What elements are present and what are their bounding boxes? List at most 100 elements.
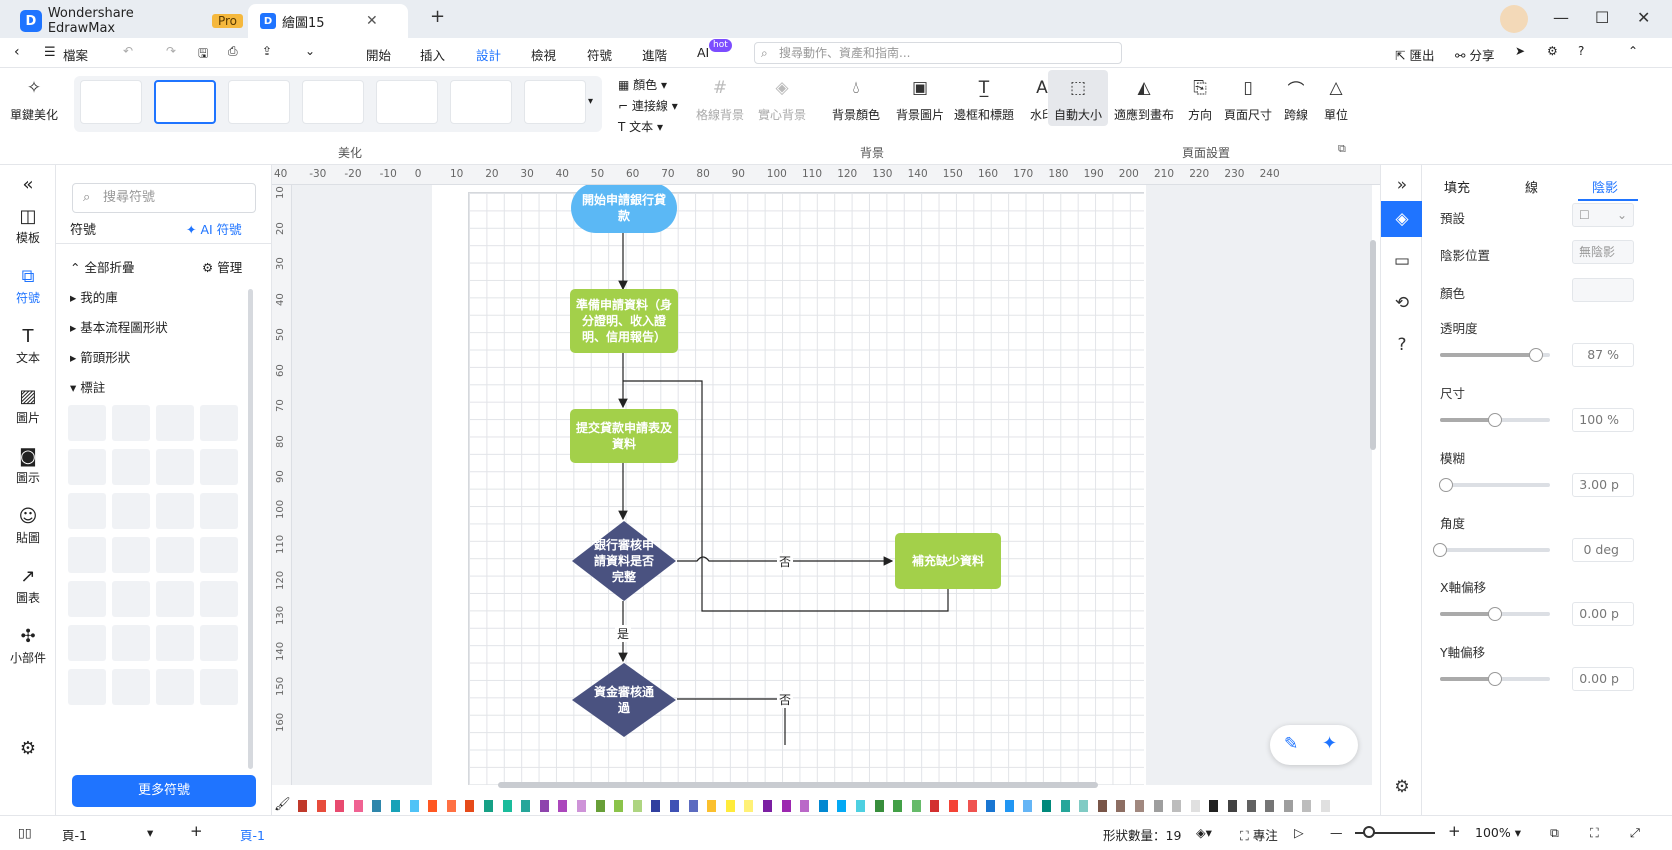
callout-symbol[interactable] <box>200 537 238 573</box>
color-dropdown[interactable]: ▦ 顏色 ▾ <box>618 76 667 93</box>
shadow-position-dropdown[interactable]: 無陰影 <box>1572 240 1634 264</box>
color-swatch[interactable] <box>1172 800 1182 812</box>
color-swatch[interactable] <box>521 800 531 812</box>
zoom-level[interactable]: 100% ▾ <box>1475 825 1521 840</box>
y-offset-value[interactable]: 0.00 p <box>1572 667 1634 691</box>
panel-scrollbar[interactable] <box>248 289 253 769</box>
callout-symbol[interactable] <box>156 449 194 485</box>
color-swatch[interactable] <box>688 800 698 812</box>
start-node[interactable]: 開始申請銀行貸款 <box>571 185 677 233</box>
size-slider[interactable] <box>1440 413 1550 427</box>
collapse-ribbon-icon[interactable]: ⌃ <box>1628 44 1638 58</box>
callout-symbol[interactable] <box>112 625 150 661</box>
help-circle-icon[interactable]: ? <box>1381 327 1423 363</box>
collapse-panel-icon[interactable]: « <box>0 173 56 197</box>
color-swatch[interactable] <box>1265 800 1275 812</box>
color-swatch[interactable] <box>1228 800 1237 812</box>
color-swatch[interactable] <box>856 800 865 812</box>
export-quick-icon[interactable]: ⇪ <box>262 44 272 58</box>
sidebar-item-charts[interactable]: ↗ 圖表 <box>0 565 56 606</box>
callout-symbol[interactable] <box>200 669 238 705</box>
color-swatch[interactable] <box>298 800 307 812</box>
color-swatch[interactable] <box>353 800 363 812</box>
y-offset-slider[interactable] <box>1440 672 1550 686</box>
export-button[interactable]: ⇱ 匯出 <box>1395 45 1434 64</box>
color-swatch[interactable] <box>372 800 382 812</box>
color-swatch[interactable] <box>316 800 326 812</box>
border-title-button[interactable]: T̲ 邊框和標題 <box>952 76 1016 123</box>
color-swatch[interactable] <box>1004 800 1014 812</box>
color-swatch[interactable] <box>725 800 735 812</box>
share-button[interactable]: ⚯ 分享 <box>1455 45 1494 64</box>
page-settings-expand-icon[interactable]: ⧉ <box>1338 142 1346 156</box>
tab-view[interactable]: 檢視 <box>531 45 556 64</box>
angle-value[interactable]: 0 deg <box>1572 538 1634 562</box>
color-swatch[interactable] <box>837 800 847 812</box>
tab-symbol[interactable]: 符號 <box>587 45 612 64</box>
fit-window-icon[interactable]: ⛶ <box>1590 825 1599 841</box>
yes-label[interactable]: 是 <box>615 625 632 642</box>
tab-ai[interactable]: AI hot <box>697 39 732 60</box>
fullscreen-icon[interactable]: ⤢ <box>1630 825 1640 841</box>
color-swatch[interactable] <box>1302 800 1312 812</box>
redo-icon[interactable]: ↷ <box>166 44 176 58</box>
color-swatch[interactable] <box>893 800 903 812</box>
help-icon[interactable]: ? <box>1578 44 1584 58</box>
color-swatch[interactable] <box>1060 800 1070 812</box>
more-symbols-button[interactable]: 更多符號 <box>72 775 256 807</box>
connector-dropdown[interactable]: ⌐ 連接線 ▾ <box>618 97 678 114</box>
color-swatch[interactable] <box>707 800 717 812</box>
color-swatch[interactable] <box>335 800 345 812</box>
sidebar-item-text[interactable]: T 文本 <box>0 325 56 366</box>
hamburger-icon[interactable]: ☰ <box>44 45 56 60</box>
color-swatch[interactable] <box>1190 800 1200 812</box>
callout-symbol[interactable] <box>68 669 106 705</box>
color-swatch[interactable] <box>800 800 810 812</box>
color-swatch[interactable] <box>465 800 475 812</box>
callout-symbol[interactable] <box>200 581 238 617</box>
jump-line-button[interactable]: ⌒ 跨線 <box>1278 76 1314 123</box>
no-label-2[interactable]: 否 <box>777 691 794 708</box>
submit-node[interactable]: 提交貸款申請表及資料 <box>570 409 678 463</box>
fund-decision[interactable]: 資金審核通過 <box>572 663 676 737</box>
symbol-search-input[interactable]: ⌕ 搜尋符號 <box>72 183 256 213</box>
size-value[interactable]: 100 % <box>1572 408 1634 432</box>
color-swatch[interactable] <box>614 800 624 812</box>
play-icon[interactable]: ▷ <box>1294 825 1304 840</box>
color-swatch[interactable] <box>670 800 679 812</box>
undo-icon[interactable]: ↶ <box>123 44 133 58</box>
slider-knob[interactable] <box>1488 413 1502 427</box>
background-image-button[interactable]: ▣ 背景圖片 <box>890 76 950 123</box>
tab-insert[interactable]: 插入 <box>420 45 445 64</box>
color-swatch[interactable] <box>539 800 549 812</box>
callout-symbol[interactable] <box>112 537 150 573</box>
tab-advanced[interactable]: 進階 <box>642 45 667 64</box>
color-swatch[interactable] <box>651 800 661 812</box>
color-swatch[interactable] <box>632 800 642 812</box>
page-list-icon[interactable]: ▯▯ <box>18 825 32 840</box>
ai-sparkle-icon[interactable]: ✦ <box>1322 733 1337 754</box>
close-tab-icon[interactable]: ✕ <box>366 13 378 29</box>
layers-icon[interactable]: ◈▾ <box>1196 825 1212 840</box>
review-decision[interactable]: 銀行審核申請資料是否完整 <box>572 521 676 601</box>
fit-canvas-button[interactable]: ◭ 適應到畫布 <box>1112 76 1176 123</box>
zoom-in-icon[interactable]: + <box>1448 822 1461 840</box>
style-thumb-6[interactable] <box>450 80 512 124</box>
app-tab[interactable]: D Wondershare EdrawMax Pro <box>8 4 243 38</box>
file-menu[interactable]: 檔案 <box>63 45 88 64</box>
more-quick-icon[interactable]: ⌄ <box>305 44 315 58</box>
fill-bucket-icon[interactable]: 🖌︎ <box>274 797 291 812</box>
color-swatch[interactable] <box>428 800 438 812</box>
sidebar-item-stickers[interactable]: ☺ 貼圖 <box>0 505 56 546</box>
color-swatch[interactable] <box>446 800 456 812</box>
maximize-icon[interactable]: ☐ <box>1595 8 1609 27</box>
book-view-icon[interactable]: ⧉ <box>1550 825 1559 841</box>
style-thumb-1[interactable] <box>80 80 142 124</box>
callout-symbol[interactable] <box>156 625 194 661</box>
color-swatch[interactable] <box>818 800 828 812</box>
prepare-node[interactable]: 準備申請資料（身分證明、收入證明、信用報告） <box>570 289 678 353</box>
style-thumb-2[interactable] <box>154 80 216 124</box>
color-swatch[interactable] <box>1209 800 1219 812</box>
callout-symbol[interactable] <box>68 405 106 441</box>
opacity-value[interactable]: 87 % <box>1572 343 1634 367</box>
